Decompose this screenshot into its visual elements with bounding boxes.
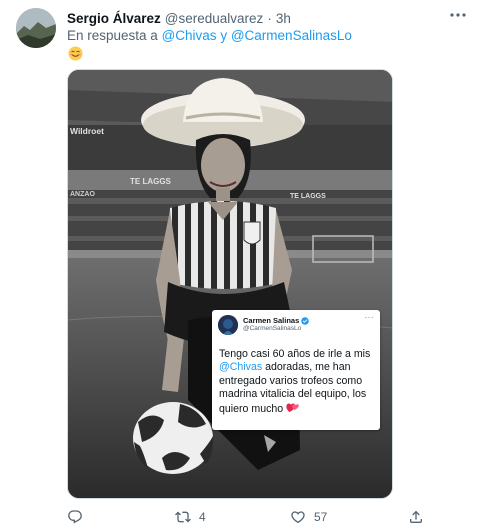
share-icon (410, 510, 422, 523)
like-count: 57 (314, 510, 328, 524)
embedded-author-handle: @CarmenSalinasLo (243, 325, 302, 332)
retweet-icon (175, 511, 191, 523)
tweet-header: Sergio Álvarez @seredualvarez · 3h (67, 9, 291, 27)
reply-button[interactable] (67, 509, 91, 525)
header-separator: · (267, 10, 272, 26)
stadium-sign-2: TE LAGGS (130, 177, 172, 186)
embedded-more-icon: ··· (364, 313, 374, 322)
stadium-sign-3: TE LAGGS (290, 193, 326, 200)
embedded-mention: @Chivas (219, 361, 263, 374)
reply-icon (68, 510, 82, 524)
embedded-text-before: Tengo casi 60 años de irle a mis (219, 348, 371, 360)
author-name[interactable]: Sergio Álvarez (67, 11, 161, 26)
embedded-tweet-text: Tengo casi 60 años de irle a mis @Chivas… (219, 348, 377, 416)
reply-prefix: En respuesta a (67, 28, 158, 43)
more-icon[interactable] (447, 6, 469, 24)
share-button[interactable] (408, 509, 432, 525)
tweet[interactable]: Sergio Álvarez @seredualvarez · 3h En re… (0, 0, 483, 528)
author-handle[interactable]: @seredualvarez (165, 11, 264, 26)
heart-emoji (286, 403, 299, 412)
reply-conjunction: y (220, 28, 228, 43)
reply-context: En respuesta a @Chivas y @CarmenSalinasL… (67, 28, 352, 43)
reply-mention-chivas[interactable]: @Chivas (162, 28, 217, 43)
author-avatar[interactable] (16, 8, 56, 48)
stadium-sign-4: ANZAO (70, 191, 95, 198)
embedded-author-name-row: Carmen Salinas (243, 316, 310, 325)
tweet-photo[interactable]: Wildroet TE LAGGS TE LAGGS ANZAO Carmen … (67, 69, 393, 499)
avatar-image (16, 8, 56, 48)
retweet-button[interactable]: 4 (175, 509, 206, 525)
stadium-sign-1: Wildroet (70, 126, 104, 136)
like-button[interactable]: 57 (290, 509, 327, 525)
embedded-author-avatar (218, 315, 238, 335)
reply-mention-carmen[interactable]: @CarmenSalinasLo (231, 28, 352, 43)
tweet-actions: 4 57 (67, 509, 437, 527)
tweet-time[interactable]: 3h (276, 11, 291, 26)
like-icon (291, 511, 305, 524)
smiling-face-emoji (68, 46, 83, 61)
retweet-count: 4 (199, 510, 206, 524)
embedded-tweet-card: Carmen Salinas @CarmenSalinasLo ··· Teng… (212, 310, 380, 430)
embedded-author-name: Carmen Salinas (243, 316, 300, 325)
photo-image: Wildroet TE LAGGS TE LAGGS ANZAO (68, 70, 392, 498)
verified-icon (301, 316, 310, 325)
